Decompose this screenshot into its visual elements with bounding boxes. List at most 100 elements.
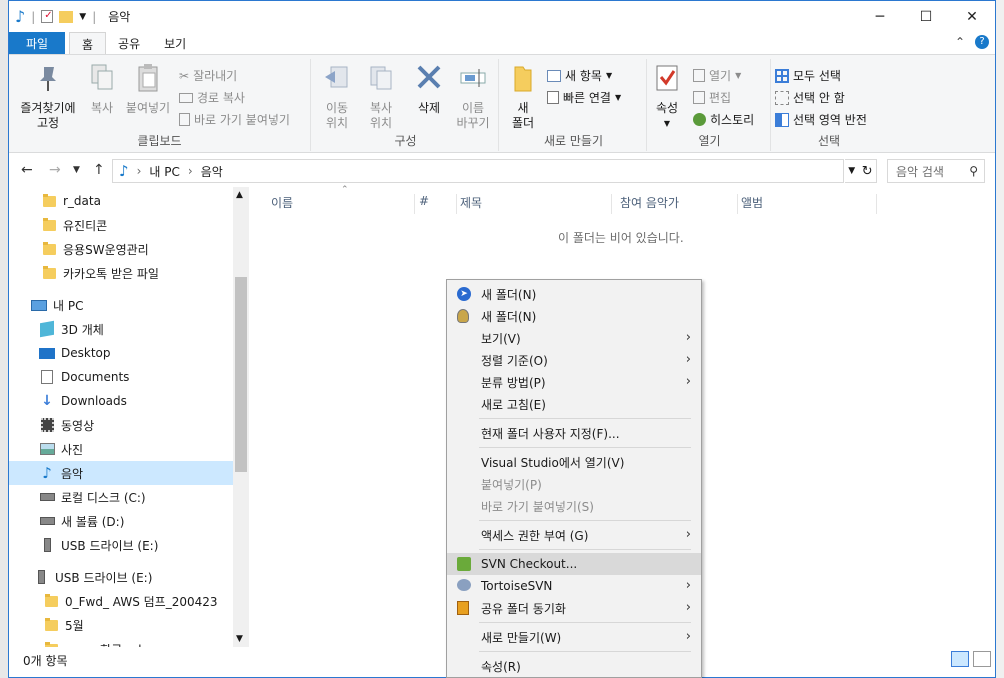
refresh-icon[interactable]: ↻ xyxy=(862,164,873,179)
nav-item-12[interactable]: 로컬 디스크 (C:) xyxy=(9,485,233,509)
forward-arrow-icon[interactable]: → xyxy=(49,162,61,178)
context-menu-item-15[interactable]: 속성(R) xyxy=(447,655,701,677)
context-menu-item-14[interactable]: 새로 만들기(W) › xyxy=(447,626,701,648)
context-menu-item-1[interactable]: 새 폴더(N) xyxy=(447,305,701,327)
group-clipboard: 즐겨찾기에 고정 복사 붙여넣기 ✂ 잘라내기 경로 복사 바로 가기 붙여넣기 … xyxy=(9,59,311,151)
select-all-icon xyxy=(775,68,789,83)
paste-shortcut-button[interactable]: 바로 가기 붙여넣기 xyxy=(179,111,290,128)
context-menu-item-10[interactable]: 액세스 권한 부여 (G) › xyxy=(447,524,701,546)
invert-selection-button[interactable]: 선택 영역 반전 xyxy=(775,111,867,128)
details-view-icon[interactable] xyxy=(951,651,969,667)
help-icon[interactable]: ? xyxy=(975,35,989,49)
documents-icon xyxy=(39,370,55,384)
history-dropdown-icon[interactable]: ▼ xyxy=(73,165,80,175)
column-album[interactable]: 앨범 xyxy=(741,194,877,214)
context-menu-item-0[interactable]: ➤ 새 폴더(N) xyxy=(447,283,701,305)
easy-access-button[interactable]: 빠른 연결 ▼ xyxy=(547,89,621,106)
properties-quick-icon[interactable]: ✓ xyxy=(41,10,54,23)
menu-separator xyxy=(479,520,691,521)
customize-quick-access-icon[interactable]: ▼ xyxy=(79,12,86,22)
nav-item-14[interactable]: USB 드라이브 (E:) xyxy=(9,533,233,557)
column-name[interactable]: 이름 xyxy=(271,194,415,214)
column-title[interactable]: 제목 xyxy=(460,194,612,214)
properties-ribbon-button[interactable]: 속성 ▼ xyxy=(651,63,683,131)
nav-item-3[interactable]: 카카오톡 받은 파일 xyxy=(9,261,233,285)
address-box[interactable]: ♪ › 내 PC › 음악 xyxy=(112,159,844,183)
submenu-chevron-icon: › xyxy=(685,330,691,345)
new-folder-quick-icon[interactable] xyxy=(59,10,74,23)
nav-item-7[interactable]: Documents xyxy=(9,365,233,389)
copy-path-button[interactable]: 경로 복사 xyxy=(179,89,245,106)
nav-scroll-thumb[interactable] xyxy=(235,277,247,472)
copy-to-button[interactable]: 복사 위치 xyxy=(363,63,399,131)
breadcrumb-music[interactable]: 음악 xyxy=(201,163,223,180)
select-all-button[interactable]: 모두 선택 xyxy=(775,67,841,84)
context-menu-item-13[interactable]: 공유 폴더 동기화 › xyxy=(447,597,701,619)
nav-item-1[interactable]: 유진티콘 xyxy=(9,213,233,237)
nav-item-10[interactable]: 사진 xyxy=(9,437,233,461)
rename-button[interactable]: 이름 바꾸기 xyxy=(453,63,493,131)
new-item-button[interactable]: 새 항목 ▼ xyxy=(547,67,612,84)
paste-button[interactable]: 붙여넣기 xyxy=(123,63,173,116)
context-menu-item-4[interactable]: 분류 방법(P) › xyxy=(447,371,701,393)
history-button[interactable]: 히스토리 xyxy=(693,111,754,128)
nav-scrollbar[interactable]: ▲ ▼ xyxy=(233,187,249,647)
clipboard-group-label: 클립보드 xyxy=(137,134,182,148)
breadcrumb-chevron-icon: › xyxy=(187,164,193,178)
nav-item-13[interactable]: 새 볼륨 (D:) xyxy=(9,509,233,533)
context-menu-item-3[interactable]: 정렬 기준(O) › xyxy=(447,349,701,371)
nav-item-0[interactable]: r_data xyxy=(9,189,233,213)
up-arrow-icon[interactable]: ↑ xyxy=(93,162,105,178)
nav-item-label: 3D 개체 xyxy=(61,322,104,337)
context-menu-item-7[interactable]: Visual Studio에서 열기(V) xyxy=(447,451,701,473)
search-box[interactable]: 음악 검색 ⚲ xyxy=(887,159,985,183)
large-icons-view-icon[interactable] xyxy=(973,651,991,667)
scroll-down-icon[interactable]: ▼ xyxy=(236,634,243,644)
nav-item-2[interactable]: 응용SW운영관리 xyxy=(9,237,233,261)
context-menu-item-11[interactable]: SVN Checkout... xyxy=(447,553,701,575)
nav-item-4[interactable]: 내 PC xyxy=(9,293,233,317)
context-menu-item-2[interactable]: 보기(V) › xyxy=(447,327,701,349)
move-to-button[interactable]: 이동 위치 xyxy=(319,63,355,131)
context-menu-item-5[interactable]: 새로 고침(E) xyxy=(447,393,701,415)
copy-button[interactable]: 복사 xyxy=(87,63,117,116)
address-dropdown-icon[interactable]: ▼ xyxy=(848,166,855,176)
column-contributing-artists[interactable]: 참여 음악가 xyxy=(620,194,738,214)
nav-item-15[interactable]: USB 드라이브 (E:) xyxy=(9,565,233,589)
menu-separator xyxy=(479,418,691,419)
tab-home[interactable]: 홈 xyxy=(69,32,107,54)
maximize-button[interactable]: ☐ xyxy=(903,1,949,32)
context-menu-item-6[interactable]: 현재 폴더 사용자 지정(F)... xyxy=(447,422,701,444)
tab-file[interactable]: 파일 xyxy=(9,32,65,54)
nav-item-label: USB 드라이브 (E:) xyxy=(55,570,153,585)
tab-view[interactable]: 보기 xyxy=(152,32,198,54)
delete-button[interactable]: 삭제 xyxy=(413,63,445,116)
back-arrow-icon[interactable]: ← xyxy=(21,162,33,178)
nav-item-6[interactable]: Desktop xyxy=(9,341,233,365)
tab-share[interactable]: 공유 xyxy=(106,32,152,54)
empty-folder-message: 이 폴더는 비어 있습니다. xyxy=(558,231,684,245)
new-folder-ribbon-button[interactable]: 새 폴더 xyxy=(505,63,541,131)
edit-button[interactable]: 편집 xyxy=(693,89,731,106)
pin-quick-access-button[interactable]: 즐겨찾기에 고정 xyxy=(13,63,83,131)
context-menu-item-12[interactable]: TortoiseSVN › xyxy=(447,575,701,597)
scroll-up-icon[interactable]: ▲ xyxy=(236,190,243,200)
select-none-button[interactable]: 선택 안 함 xyxy=(775,89,845,106)
nav-item-16[interactable]: 0_Fwd_ AWS 덤프_200423 xyxy=(9,589,233,613)
background-window-left xyxy=(0,0,8,678)
nav-item-label: USB 드라이브 (E:) xyxy=(61,538,159,553)
nav-item-17[interactable]: 5월 xyxy=(9,613,233,637)
column-track-number[interactable]: # xyxy=(419,194,457,214)
cut-button[interactable]: ✂ 잘라내기 xyxy=(179,67,237,84)
context-menu-label: 새 폴더(N) xyxy=(481,287,537,302)
nav-item-8[interactable]: ↓ Downloads xyxy=(9,389,233,413)
minimize-button[interactable]: ─ xyxy=(857,1,903,32)
video-icon xyxy=(39,418,55,432)
close-button[interactable]: ✕ xyxy=(949,1,995,32)
open-button[interactable]: 열기 ▼ xyxy=(693,67,741,84)
nav-item-5[interactable]: 3D 개체 xyxy=(9,317,233,341)
collapse-ribbon-icon[interactable]: ⌃ xyxy=(955,35,965,49)
nav-item-11[interactable]: ♪ 음악 xyxy=(9,461,233,485)
breadcrumb-this-pc[interactable]: 내 PC xyxy=(149,163,179,180)
nav-item-9[interactable]: 동영상 xyxy=(9,413,233,437)
